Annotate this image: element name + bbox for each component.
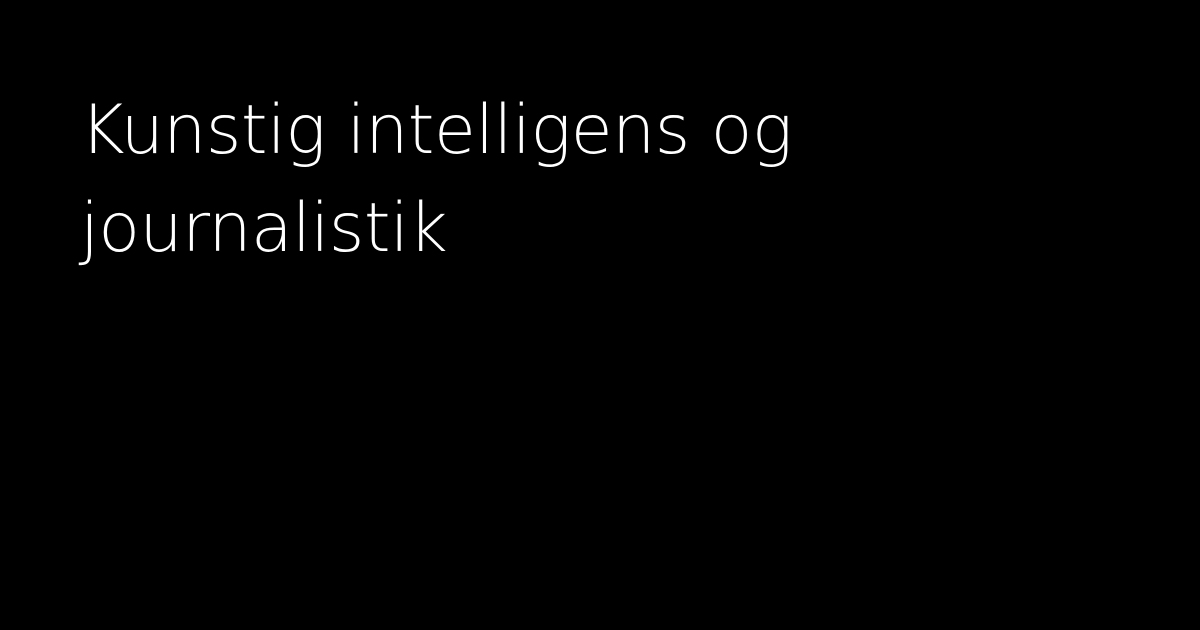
- title-line-2: journalistik: [80, 189, 448, 268]
- page-title: Kunstig intelligens og journalistik: [80, 82, 940, 278]
- share-card: Kunstig intelligens og journalistik: [0, 0, 1200, 630]
- title-line-1: Kunstig intelligens og: [80, 91, 793, 170]
